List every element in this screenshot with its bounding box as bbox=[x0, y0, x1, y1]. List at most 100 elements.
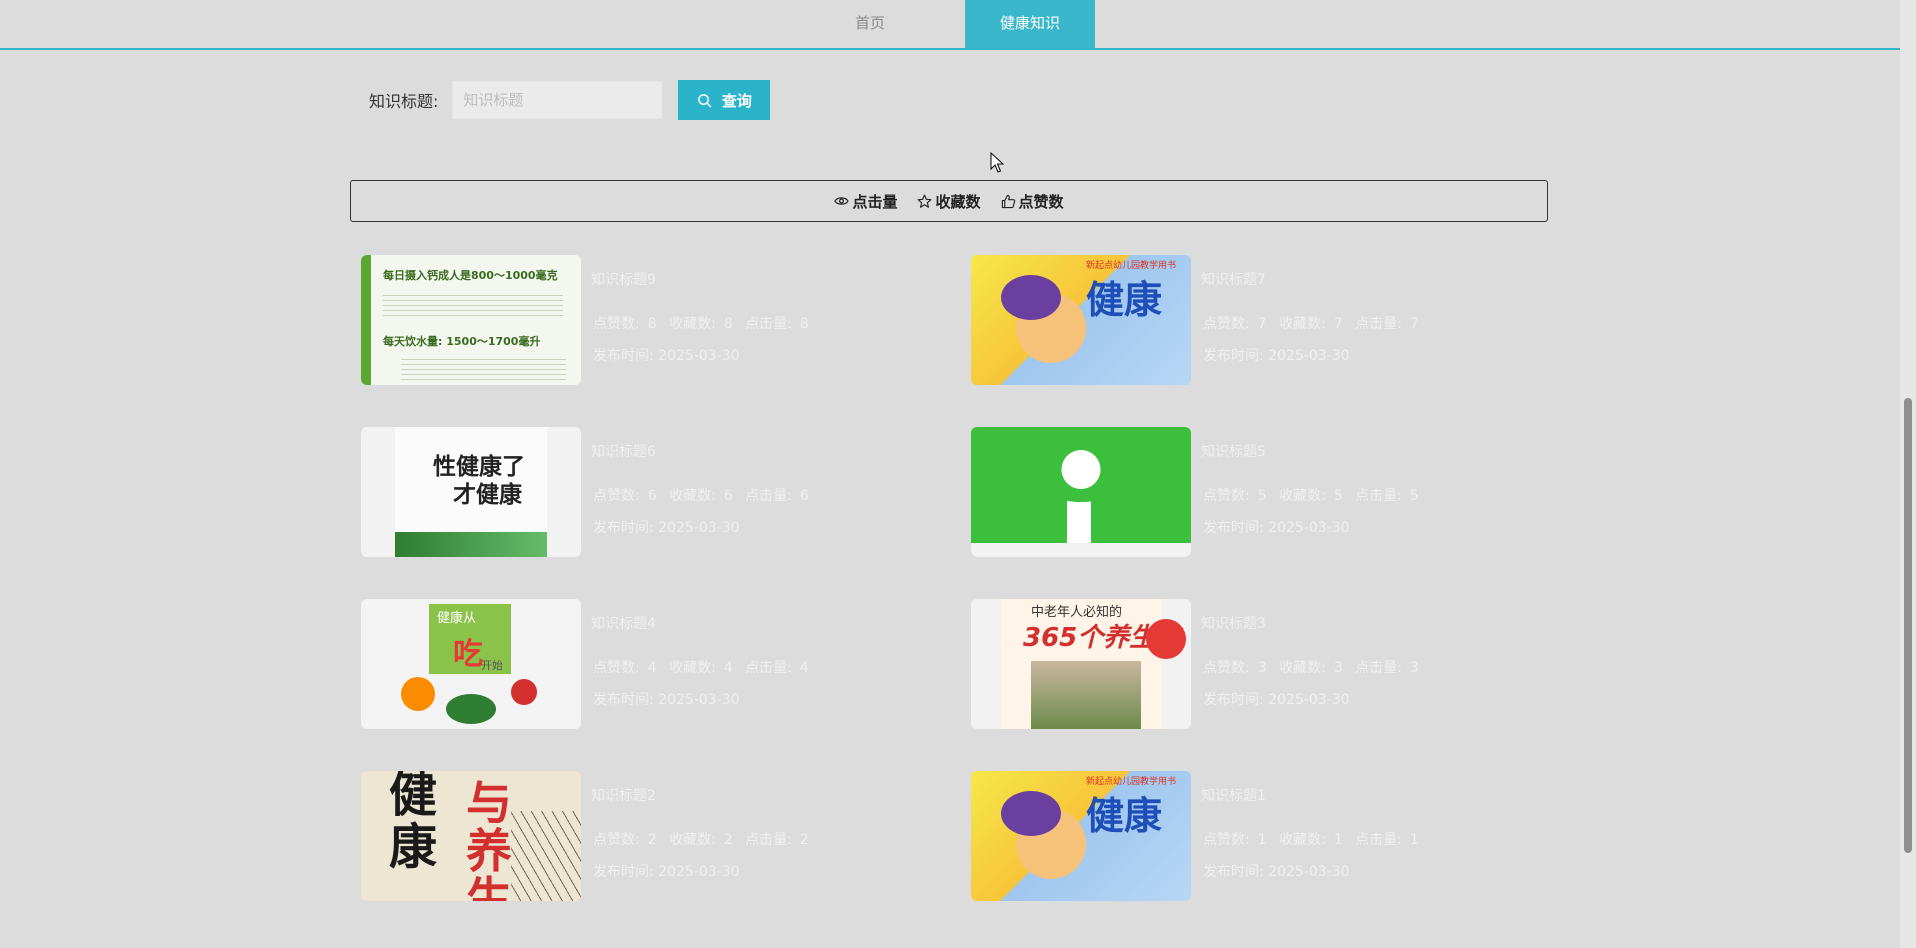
scrollbar-thumb[interactable] bbox=[1904, 398, 1912, 853]
sort-by-favorites[interactable]: 收藏数 bbox=[917, 191, 981, 212]
search-icon bbox=[698, 93, 712, 107]
clicks-label: 点击量: bbox=[745, 832, 792, 848]
favorites-count: 1 bbox=[1333, 832, 1343, 848]
search-bar: 知识标题: 查询 bbox=[369, 79, 771, 121]
card-title[interactable]: 知识标题5 bbox=[1201, 441, 1266, 461]
clicks-label: 点击量: bbox=[1355, 832, 1402, 848]
card-stats: 点赞数: 7 收藏数: 7 点击量: 7 bbox=[1203, 313, 1427, 333]
knowledge-card[interactable]: 中老年人必知的 365个养生法 知识标题3 点赞数: 3 收藏数: 3 点击量: 3 … bbox=[971, 599, 1571, 729]
knowledge-card[interactable]: 每日摄入钙成人是800～1000毫克 每天饮水量: 1500～1700毫升 知识… bbox=[361, 255, 961, 385]
search-input[interactable] bbox=[452, 81, 663, 119]
publish-label: 发布时间: bbox=[593, 520, 654, 536]
publish-date: 2025-03-30 bbox=[1268, 692, 1350, 708]
knowledge-card[interactable]: 知识标题5 点赞数: 5 收藏数: 5 点击量: 5 发布时间: 2025-03-30 bbox=[971, 427, 1571, 557]
favorites-label: 收藏数: bbox=[669, 488, 716, 504]
publish-date: 2025-03-30 bbox=[1268, 520, 1350, 536]
nav-item-home[interactable]: 首页 bbox=[820, 0, 920, 48]
card-title[interactable]: 知识标题2 bbox=[591, 785, 656, 805]
likes-count: 6 bbox=[647, 488, 657, 504]
star-icon bbox=[918, 194, 932, 208]
card-thumbnail[interactable]: 新起点幼儿园教学用书 健康 bbox=[971, 255, 1191, 385]
sort-by-clicks[interactable]: 点击量 bbox=[834, 191, 897, 212]
page-scrollbar[interactable] bbox=[1900, 0, 1916, 948]
card-title[interactable]: 知识标题6 bbox=[591, 441, 656, 461]
likes-count: 1 bbox=[1257, 832, 1267, 848]
favorites-count: 6 bbox=[723, 488, 733, 504]
thumb-line: 健康从 bbox=[437, 611, 477, 626]
card-stats: 点赞数: 8 收藏数: 8 点击量: 8 bbox=[593, 313, 817, 333]
knowledge-card[interactable]: 健康从 吃 开始 知识标题4 点赞数: 4 收藏数: 4 点击量: 4 发布时间: 2… bbox=[361, 599, 961, 729]
likes-label: 点赞数: bbox=[593, 316, 640, 332]
clicks-count: 4 bbox=[799, 660, 809, 676]
card-thumbnail[interactable]: 中老年人必知的 365个养生法 bbox=[971, 599, 1191, 729]
favorites-count: 4 bbox=[723, 660, 733, 676]
sort-by-likes[interactable]: 点赞数 bbox=[1001, 191, 1064, 212]
favorites-count: 5 bbox=[1333, 488, 1343, 504]
clicks-label: 点击量: bbox=[1355, 660, 1402, 676]
publish-date: 2025-03-30 bbox=[658, 692, 740, 708]
favorites-label: 收藏数: bbox=[1279, 832, 1326, 848]
favorites-label: 收藏数: bbox=[669, 832, 716, 848]
thumb-line: 健康 bbox=[1086, 794, 1163, 838]
nav-item-health-knowledge[interactable]: 健康知识 bbox=[965, 0, 1095, 48]
knowledge-card[interactable]: 健康 与养生 知识标题2 点赞数: 2 收藏数: 2 点击量: 2 发布时间: 202… bbox=[361, 771, 961, 901]
card-title[interactable]: 知识标题1 bbox=[1201, 785, 1266, 805]
clicks-count: 1 bbox=[1409, 832, 1419, 848]
sort-favorites-label: 收藏数 bbox=[935, 192, 981, 211]
top-navigation: 首页 健康知识 bbox=[0, 0, 1900, 50]
knowledge-card[interactable]: 新起点幼儿园教学用书 健康 知识标题1 点赞数: 1 收藏数: 1 点击量: 1 发布… bbox=[971, 771, 1571, 901]
publish-label: 发布时间: bbox=[593, 692, 654, 708]
publish-label: 发布时间: bbox=[1203, 520, 1264, 536]
clicks-count: 6 bbox=[799, 488, 809, 504]
card-thumbnail[interactable]: 性健康了 才健康 bbox=[361, 427, 581, 557]
publish-label: 发布时间: bbox=[1203, 348, 1264, 364]
card-title[interactable]: 知识标题4 bbox=[591, 613, 656, 633]
clicks-count: 7 bbox=[1409, 316, 1419, 332]
thumb-line: 吃 bbox=[453, 637, 483, 672]
likes-count: 2 bbox=[647, 832, 657, 848]
publish-label: 发布时间: bbox=[593, 348, 654, 364]
favorites-label: 收藏数: bbox=[669, 316, 716, 332]
card-date: 发布时间: 2025-03-30 bbox=[1203, 689, 1350, 709]
publish-label: 发布时间: bbox=[1203, 692, 1264, 708]
card-stats: 点赞数: 1 收藏数: 1 点击量: 1 bbox=[1203, 829, 1427, 849]
favorites-label: 收藏数: bbox=[1279, 316, 1326, 332]
favorites-count: 3 bbox=[1333, 660, 1343, 676]
card-thumbnail[interactable] bbox=[971, 427, 1191, 557]
clicks-label: 点击量: bbox=[1355, 488, 1402, 504]
card-thumbnail[interactable]: 新起点幼儿园教学用书 健康 bbox=[971, 771, 1191, 901]
likes-label: 点赞数: bbox=[1203, 488, 1250, 504]
card-date: 发布时间: 2025-03-30 bbox=[1203, 345, 1350, 365]
likes-count: 7 bbox=[1257, 316, 1267, 332]
card-thumbnail[interactable]: 每日摄入钙成人是800～1000毫克 每天饮水量: 1500～1700毫升 bbox=[361, 255, 581, 385]
publish-label: 发布时间: bbox=[593, 864, 654, 880]
publish-date: 2025-03-30 bbox=[658, 520, 740, 536]
card-title[interactable]: 知识标题3 bbox=[1201, 613, 1266, 633]
search-button[interactable]: 查询 bbox=[678, 80, 771, 120]
favorites-label: 收藏数: bbox=[1279, 488, 1326, 504]
likes-count: 8 bbox=[647, 316, 657, 332]
card-date: 发布时间: 2025-03-30 bbox=[593, 689, 740, 709]
card-thumbnail[interactable]: 健康从 吃 开始 bbox=[361, 599, 581, 729]
likes-label: 点赞数: bbox=[1203, 660, 1250, 676]
thumb-line: 健康 bbox=[1086, 278, 1163, 322]
clicks-label: 点击量: bbox=[745, 316, 792, 332]
card-title[interactable]: 知识标题7 bbox=[1201, 269, 1266, 289]
knowledge-card[interactable]: 新起点幼儿园教学用书 健康 知识标题7 点赞数: 7 收藏数: 7 点击量: 7 发布… bbox=[971, 255, 1571, 385]
card-date: 发布时间: 2025-03-30 bbox=[1203, 517, 1350, 537]
card-stats: 点赞数: 3 收藏数: 3 点击量: 3 bbox=[1203, 657, 1427, 677]
sort-likes-label: 点赞数 bbox=[1018, 192, 1064, 211]
thumbs-up-icon bbox=[1001, 194, 1015, 208]
knowledge-card[interactable]: 性健康了 才健康 知识标题6 点赞数: 6 收藏数: 6 点击量: 6 发布时间: 2… bbox=[361, 427, 961, 557]
publish-date: 2025-03-30 bbox=[658, 864, 740, 880]
card-date: 发布时间: 2025-03-30 bbox=[1203, 861, 1350, 881]
thumb-line: 开始 bbox=[481, 659, 503, 672]
card-thumbnail[interactable]: 健康 与养生 bbox=[361, 771, 581, 901]
likes-label: 点赞数: bbox=[593, 832, 640, 848]
card-date: 发布时间: 2025-03-30 bbox=[593, 517, 740, 537]
card-title[interactable]: 知识标题9 bbox=[591, 269, 656, 289]
likes-count: 3 bbox=[1257, 660, 1267, 676]
clicks-label: 点击量: bbox=[745, 488, 792, 504]
likes-label: 点赞数: bbox=[593, 488, 640, 504]
sort-clicks-label: 点击量 bbox=[852, 192, 898, 211]
